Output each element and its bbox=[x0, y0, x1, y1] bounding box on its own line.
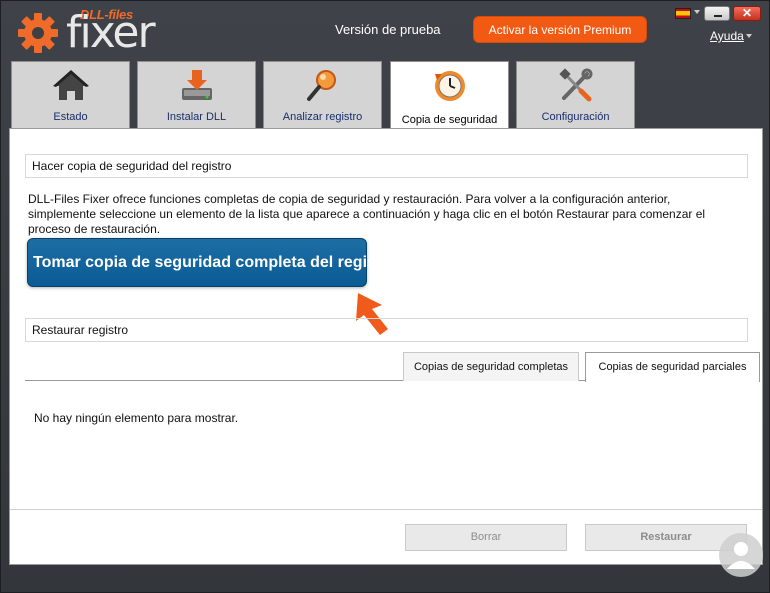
minimize-button[interactable] bbox=[704, 6, 730, 21]
empty-list-message: No hay ningún elemento para mostrar. bbox=[34, 411, 239, 425]
tab-label: Copia de seguridad bbox=[401, 114, 498, 126]
tab-copia-de-seguridad[interactable]: Copia de seguridad bbox=[390, 61, 509, 131]
full-registry-backup-button[interactable]: Tomar copia de seguridad completa del re… bbox=[27, 238, 397, 287]
spain-flag-icon[interactable] bbox=[675, 8, 691, 19]
tab-estado[interactable]: Estado bbox=[11, 61, 130, 129]
dll-files-fixer-logo: DLL-files fixer bbox=[16, 7, 166, 57]
help-menu[interactable]: Ayuda bbox=[710, 29, 744, 43]
backup-description: DLL-Files Fixer ofrece funciones complet… bbox=[28, 192, 706, 236]
tab-analizar-registro[interactable]: Analizar registro bbox=[263, 61, 382, 129]
tab-label: Configuración bbox=[541, 111, 610, 123]
tab-instalar-dll[interactable]: Instalar DLL bbox=[137, 61, 256, 129]
language-dropdown-caret-icon[interactable] bbox=[694, 10, 700, 14]
app-window: DLL-files fixer Versión de prueba Activa… bbox=[0, 0, 770, 593]
tab-partial-backups[interactable]: Copias de seguridad parciales bbox=[585, 352, 760, 382]
backup-clock-icon bbox=[435, 71, 465, 101]
tab-label: Analizar registro bbox=[282, 111, 363, 123]
tab-label: Instalar DLL bbox=[166, 111, 227, 123]
backup-panel: Hacer copia de seguridad del registro DL… bbox=[9, 128, 763, 565]
logo-title: fixer bbox=[66, 7, 156, 58]
tab-configuracion[interactable]: Configuración bbox=[516, 61, 635, 129]
trial-version-label: Versión de prueba bbox=[335, 22, 441, 37]
close-button[interactable]: ✕ bbox=[733, 6, 761, 21]
tools-icon bbox=[559, 68, 593, 102]
delete-button[interactable]: Borrar bbox=[405, 524, 567, 551]
magnifier-icon bbox=[307, 70, 336, 101]
install-icon bbox=[182, 70, 212, 100]
restore-section-title: Restaurar registro bbox=[25, 318, 748, 342]
backup-section-title: Hacer copia de seguridad del registro bbox=[25, 154, 748, 178]
tab-label: Estado bbox=[53, 111, 88, 123]
help-dropdown-caret-icon[interactable] bbox=[746, 34, 752, 38]
home-icon bbox=[53, 70, 89, 100]
footer-divider bbox=[10, 509, 762, 510]
gear-logo-icon bbox=[18, 13, 58, 53]
activate-premium-button[interactable]: Activar la versión Premium bbox=[473, 16, 647, 43]
watermark-logo-icon bbox=[719, 533, 763, 577]
tab-full-backups[interactable]: Copias de seguridad completas bbox=[403, 352, 579, 381]
